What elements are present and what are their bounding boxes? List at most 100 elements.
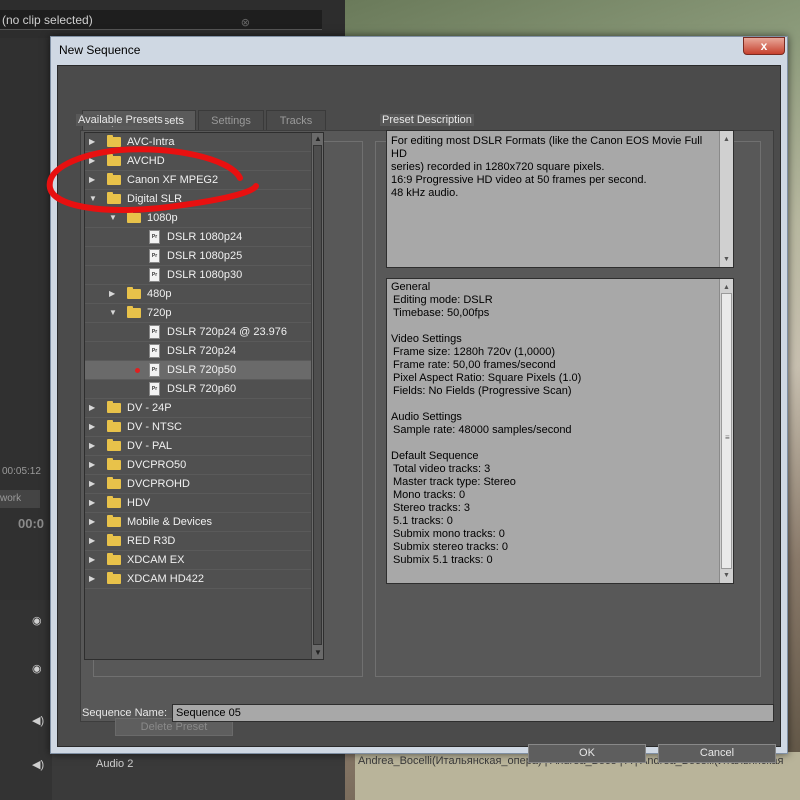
tree-folder-row[interactable]: ▶ DV - 24P (85, 399, 323, 418)
new-sequence-dialog: New Sequence x Sequence Presets Settings… (50, 36, 788, 763)
tree-item-label: DSLR 1080p30 (167, 269, 243, 281)
tree-folder-row[interactable]: ▼ 720p (85, 304, 323, 323)
background-panel-tab[interactable]: work (0, 490, 40, 508)
sequence-name-input[interactable]: Sequence 05 (172, 704, 774, 722)
description-text: For editing most DSLR Formats (like the … (391, 135, 717, 200)
details-value-line: Total video tracks: 3 (393, 463, 491, 475)
tree-folder-row[interactable]: ▶ AVC-Intra (85, 133, 323, 152)
expand-right-icon[interactable]: ▶ (89, 570, 97, 588)
description-line: 48 kHz audio. (391, 187, 459, 199)
details-value-line: Editing mode: DSLR (393, 294, 493, 306)
eye-icon[interactable]: ◉ (32, 662, 42, 675)
clip-selector[interactable]: (no clip selected) ⊗ (0, 10, 322, 30)
tree-folder-row[interactable]: ▶ DVCPROHD (85, 475, 323, 494)
tree-preset-row[interactable]: Pr DSLR 1080p25 (85, 247, 323, 266)
tree-folder-row[interactable]: ▶ XDCAM EX (85, 551, 323, 570)
expand-right-icon[interactable]: ▶ (89, 171, 97, 189)
tree-preset-row[interactable]: Pr DSLR 1080p24 (85, 228, 323, 247)
expand-right-icon[interactable]: ▶ (89, 437, 97, 455)
tree-item-label: AVC-Intra (127, 136, 175, 148)
close-icon[interactable]: ⊗ (241, 13, 250, 33)
cancel-button[interactable]: Cancel (658, 744, 776, 763)
expand-right-icon[interactable]: ▶ (89, 456, 97, 474)
tree-folder-row[interactable]: ▶ DV - PAL (85, 437, 323, 456)
details-value-line: Fields: No Fields (Progressive Scan) (393, 385, 572, 397)
tree-preset-row[interactable]: Pr DSLR 1080p30 (85, 266, 323, 285)
tree-folder-row[interactable]: ▶ RED R3D (85, 532, 323, 551)
expand-right-icon[interactable]: ▶ (109, 285, 117, 303)
tree-folder-row[interactable]: ▶ AVCHD (85, 152, 323, 171)
tree-preset-row[interactable]: Pr DSLR 720p50 (85, 361, 323, 380)
tree-item-label: DSLR 720p24 (167, 345, 237, 357)
scroll-down-icon[interactable]: ▼ (720, 253, 733, 265)
premiere-file-icon: Pr (149, 268, 160, 282)
tab-tracks[interactable]: Tracks (266, 110, 326, 130)
expand-right-icon[interactable]: ▶ (89, 475, 97, 493)
description-scrollbar[interactable]: ▲ ▼ (719, 131, 733, 267)
expand-right-icon[interactable]: ▶ (89, 494, 97, 512)
folder-icon (107, 572, 121, 584)
details-scrollbar[interactable]: ▲ ≡ ▼ (719, 279, 733, 583)
tree-item-label: DSLR 1080p24 (167, 231, 243, 243)
expand-right-icon[interactable]: ▶ (89, 532, 97, 550)
preset-details-text: General Editing mode: DSLR Timebase: 50,00… (391, 281, 715, 567)
scroll-up-icon[interactable]: ▲ (720, 281, 733, 293)
tab-settings[interactable]: Settings (198, 110, 264, 130)
expand-right-icon[interactable]: ▶ (89, 152, 97, 170)
details-value-line: Submix 5.1 tracks: 0 (393, 554, 493, 566)
tree-preset-row[interactable]: Pr DSLR 720p60 (85, 380, 323, 399)
tree-scrollbar[interactable]: ▲ ▼ (311, 133, 323, 659)
tree-folder-row[interactable]: ▼ Digital SLR (85, 190, 323, 209)
scroll-up-icon[interactable]: ▲ (313, 134, 323, 144)
eye-icon[interactable]: ◉ (32, 614, 42, 627)
details-section-heading: General (391, 281, 431, 293)
folder-icon (107, 515, 121, 527)
tree-folder-row[interactable]: ▶ Mobile & Devices (85, 513, 323, 532)
tree-folder-row[interactable]: ▶ HDV (85, 494, 323, 513)
tree-folder-row[interactable]: ▼ 1080p (85, 209, 323, 228)
tree-folder-row[interactable]: ▶ Canon XF MPEG2 (85, 171, 323, 190)
scroll-up-icon[interactable]: ▲ (720, 133, 733, 145)
preset-description-label: Preset Description (380, 114, 474, 126)
preset-details-box: General Editing mode: DSLR Timebase: 50,00… (386, 278, 734, 584)
details-spacer (391, 320, 715, 333)
details-value-line: Timebase: 50,00fps (393, 307, 490, 319)
background-timecode: 00:05:12 (2, 466, 41, 477)
folder-icon (107, 154, 121, 166)
speaker-icon[interactable]: ◀) (32, 758, 44, 771)
scroll-down-icon[interactable]: ▼ (720, 569, 733, 581)
scroll-down-icon[interactable]: ▼ (313, 648, 323, 658)
tree-folder-row[interactable]: ▶ 480p (85, 285, 323, 304)
tree-folder-row[interactable]: ▶ DVCPRO50 (85, 456, 323, 475)
expand-down-icon[interactable]: ▼ (109, 304, 117, 322)
preset-tree[interactable]: ▶ AVC-Intra ▶ AVCHD ▶ Canon XF MPEG2 ▼ Digital … (84, 132, 324, 660)
expand-right-icon[interactable]: ▶ (89, 399, 97, 417)
expand-right-icon[interactable]: ▶ (89, 513, 97, 531)
expand-right-icon[interactable]: ▶ (89, 133, 97, 151)
expand-down-icon[interactable]: ▼ (109, 209, 117, 227)
details-value-line: 5.1 tracks: 0 (393, 515, 453, 527)
folder-icon (107, 420, 121, 432)
close-button[interactable]: x (743, 37, 785, 55)
details-section-heading: Audio Settings (391, 411, 462, 423)
expand-right-icon[interactable]: ▶ (89, 551, 97, 569)
expand-down-icon[interactable]: ▼ (89, 190, 97, 208)
tree-folder-row[interactable]: ▶ DV - NTSC (85, 418, 323, 437)
expand-right-icon[interactable]: ▶ (89, 418, 97, 436)
folder-icon (127, 287, 141, 299)
scrollbar-thumb[interactable]: ≡ (721, 293, 732, 569)
details-value-line: Frame rate: 50,00 frames/second (393, 359, 556, 371)
description-line: For editing most DSLR Formats (like the … (391, 135, 703, 160)
speaker-icon[interactable]: ◀) (32, 714, 44, 727)
ok-button[interactable]: OK (528, 744, 646, 763)
details-section-heading: Default Sequence (391, 450, 479, 462)
clip-selector-text: (no clip selected) (2, 13, 93, 27)
details-value-line: Mono tracks: 0 (393, 489, 466, 501)
tree-preset-row[interactable]: Pr DSLR 720p24 (85, 342, 323, 361)
tree-item-label: 480p (147, 288, 172, 300)
tree-item-label: XDCAM HD422 (127, 573, 205, 585)
scrollbar-thumb[interactable] (313, 145, 322, 645)
tree-preset-row[interactable]: Pr DSLR 720p24 @ 23.976 (85, 323, 323, 342)
tree-folder-row[interactable]: ▶ XDCAM HD422 (85, 570, 323, 589)
premiere-file-icon: Pr (149, 325, 160, 339)
